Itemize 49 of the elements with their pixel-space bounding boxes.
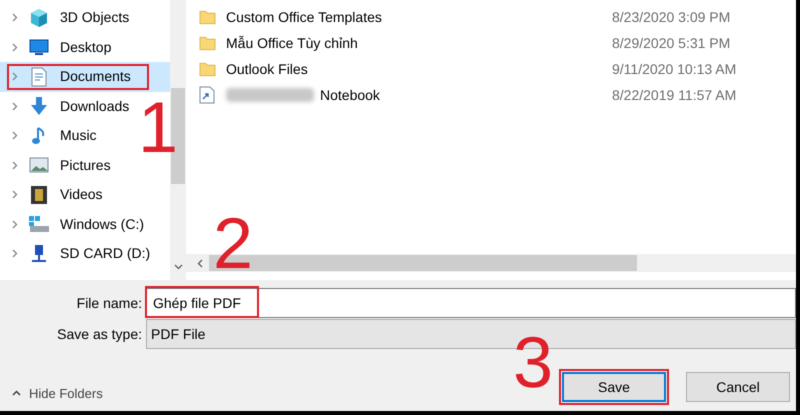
- date-modified: 9/11/2020 10:13 AM: [612, 60, 736, 78]
- folder-icon: [199, 61, 216, 77]
- folder-icon: [199, 35, 216, 51]
- sidebar-item[interactable]: Pictures: [0, 150, 113, 180]
- chevron-right-icon[interactable]: [12, 220, 18, 229]
- date-modified: 8/22/2019 11:57 AM: [612, 86, 736, 104]
- sidebar-item[interactable]: 3D Objects: [0, 3, 132, 32]
- image-icon: [29, 157, 49, 174]
- chevron-right-icon[interactable]: [12, 102, 18, 111]
- sidebar-item[interactable]: Windows (C:): [0, 210, 146, 239]
- chevron-right-icon[interactable]: [12, 190, 18, 200]
- sidebar-item[interactable]: Desktop: [0, 32, 114, 62]
- chevron-right-icon[interactable]: [12, 131, 18, 140]
- field-label: Save as type:: [56, 324, 143, 344]
- file-name-field[interactable]: Ghép file PDF: [146, 288, 796, 318]
- shortcut-file-icon: [199, 86, 215, 104]
- chevron-up-icon[interactable]: [12, 390, 21, 396]
- drive-icon: [28, 215, 50, 234]
- film-icon: [30, 184, 48, 205]
- cube-icon: [29, 8, 49, 28]
- network-drive-icon: [29, 244, 49, 264]
- cancel-button[interactable]: Cancel: [686, 372, 790, 402]
- sidebar-item[interactable]: Downloads: [0, 92, 132, 121]
- chevron-right-icon[interactable]: [12, 249, 18, 258]
- music-note-icon: [31, 126, 47, 146]
- file-name[interactable]: Custom Office Templates: [226, 6, 382, 28]
- sidebar-item[interactable]: Videos: [0, 180, 105, 210]
- sidebar-item[interactable]: SD CARD (D:): [0, 239, 152, 268]
- monitor-icon: [29, 38, 49, 56]
- date-modified: 8/23/2020 3:09 PM: [612, 8, 730, 26]
- scroll-down-icon[interactable]: [174, 264, 182, 270]
- sidebar-item[interactable]: Music: [0, 121, 99, 150]
- file-name[interactable]: Outlook Files: [226, 58, 308, 80]
- hide-folders-link[interactable]: Hide Folders: [29, 384, 103, 403]
- save-button[interactable]: Save: [562, 372, 666, 402]
- chevron-right-icon[interactable]: [12, 42, 18, 52]
- step-number: 2: [213, 208, 254, 280]
- step-number: 1: [138, 92, 178, 164]
- scroll-left-icon[interactable]: [197, 258, 203, 268]
- folder-icon: [199, 9, 216, 25]
- document-icon: [31, 66, 47, 87]
- down-arrow-icon: [30, 96, 48, 116]
- field-label: File name:: [76, 294, 143, 312]
- date-modified: 8/29/2020 5:31 PM: [612, 34, 730, 52]
- chevron-right-icon[interactable]: [12, 160, 18, 170]
- chevron-right-icon[interactable]: [12, 72, 18, 82]
- file-name[interactable]: Notebook: [320, 84, 380, 106]
- chevron-right-icon[interactable]: [12, 13, 18, 22]
- file-name[interactable]: Mẫu Office Tùy chỉnh: [226, 32, 358, 54]
